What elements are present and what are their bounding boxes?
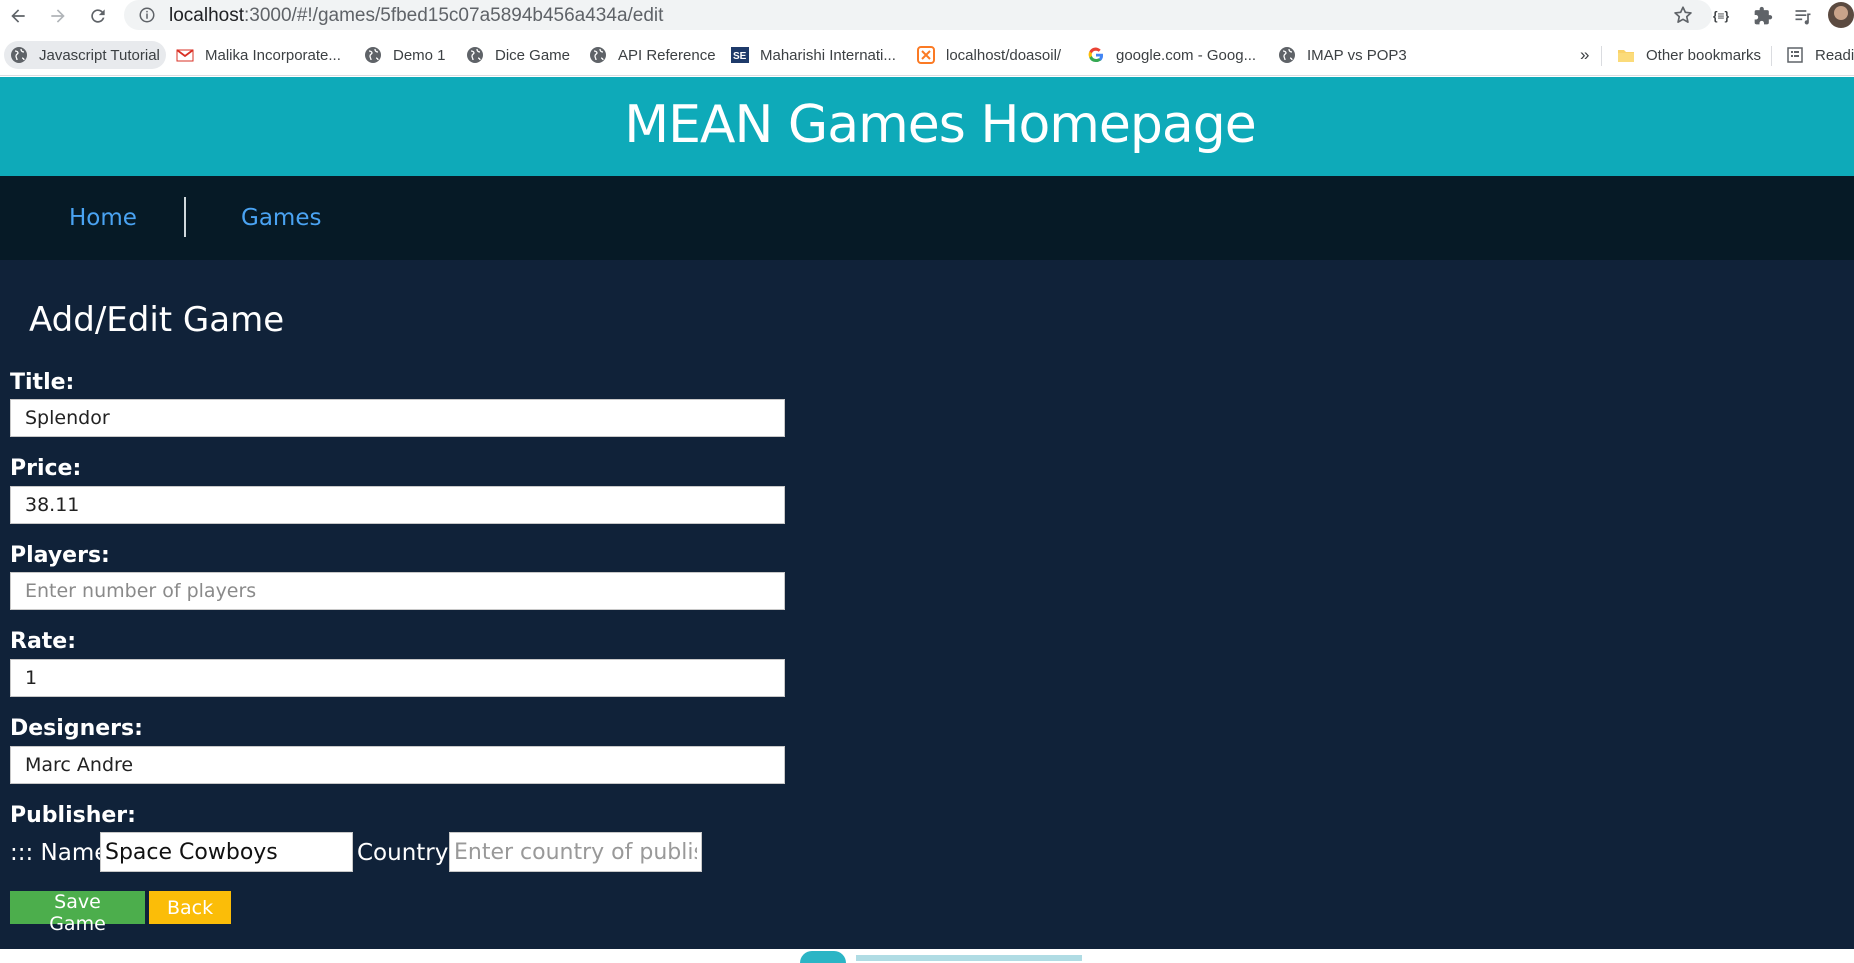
title-input[interactable] <box>10 399 785 437</box>
profile-avatar[interactable] <box>1828 2 1854 28</box>
price-input[interactable] <box>10 486 785 524</box>
url-host: localhost <box>169 5 244 26</box>
bookmarks-divider <box>1771 46 1772 66</box>
globe-icon <box>466 46 484 64</box>
reading-list-button[interactable]: Readi <box>1780 41 1854 69</box>
nav-link-games[interactable]: Games <box>241 205 321 231</box>
gmail-icon <box>176 46 194 64</box>
publisher-name-input[interactable] <box>100 832 353 872</box>
bookmarks-overflow-button[interactable]: » <box>1574 41 1595 69</box>
bookmark-label: localhost/doasoil/ <box>946 46 1062 64</box>
bookmark-star-icon[interactable] <box>1672 4 1694 26</box>
svg-text:SE: SE <box>733 51 747 62</box>
rate-input[interactable] <box>10 659 785 697</box>
bookmark-imap-vs-pop3[interactable]: IMAP vs POP3 <box>1272 41 1413 69</box>
players-label: Players: <box>10 543 110 568</box>
back-button[interactable]: Back <box>149 891 231 924</box>
google-icon <box>1087 46 1105 64</box>
globe-icon <box>10 46 28 64</box>
site-header: MEAN Games Homepage <box>0 77 1854 176</box>
nav-divider <box>184 197 186 237</box>
reload-icon[interactable] <box>83 2 113 30</box>
site-nav: Home Games <box>0 176 1854 260</box>
footer-logo-icon <box>800 951 846 963</box>
xampp-icon <box>917 46 935 64</box>
publisher-label: Publisher: <box>10 803 136 828</box>
form-heading: Add/Edit Game <box>29 300 285 340</box>
designers-input[interactable] <box>10 746 785 784</box>
price-label: Price: <box>10 456 82 481</box>
reading-list-label: Readi <box>1815 46 1854 64</box>
bookmark-label: Javascript Tutorial <box>39 46 160 64</box>
url-path: :3000/#!/games/5fbed15c07a5894b456a434a/… <box>244 5 664 26</box>
json-extension-icon[interactable]: {≡} <box>1706 2 1736 30</box>
forward-arrow-icon[interactable] <box>43 2 73 30</box>
reading-list-page-icon <box>1786 46 1804 64</box>
bookmark-api-reference[interactable]: API Reference <box>583 41 722 69</box>
bookmark-google[interactable]: google.com - Goog... <box>1081 41 1262 69</box>
folder-icon <box>1617 46 1635 64</box>
rate-label: Rate: <box>10 629 77 654</box>
globe-icon <box>589 46 607 64</box>
overflow-chevron-icon: » <box>1580 45 1590 64</box>
bookmark-label: Dice Game <box>495 46 571 64</box>
globe-icon <box>1278 46 1296 64</box>
bookmark-dice-game[interactable]: Dice Game <box>460 41 576 69</box>
bookmark-label: API Reference <box>618 46 716 64</box>
bookmark-localhost-doasoil[interactable]: localhost/doasoil/ <box>911 41 1067 69</box>
publisher-country-label: Country: <box>357 840 455 866</box>
se-icon: SE <box>731 46 749 64</box>
nav-link-home[interactable]: Home <box>69 205 137 231</box>
save-game-button[interactable]: Save Game <box>10 891 145 935</box>
bookmark-malika[interactable]: Malika Incorporate... <box>170 41 347 69</box>
bookmark-javascript-tutorial[interactable]: Javascript Tutorial <box>4 41 166 69</box>
info-icon[interactable] <box>138 6 156 24</box>
bookmark-label: Malika Incorporate... <box>205 46 341 64</box>
title-label: Title: <box>10 370 75 395</box>
bookmarks-divider <box>1601 46 1602 66</box>
bookmark-label: google.com - Goog... <box>1116 46 1257 64</box>
other-bookmarks-folder[interactable]: Other bookmarks <box>1611 41 1767 69</box>
bookmark-label: Demo 1 <box>393 46 446 64</box>
globe-icon <box>364 46 382 64</box>
publisher-country-input[interactable] <box>449 832 702 872</box>
bookmark-label: Maharishi Internati... <box>760 46 896 64</box>
bookmarks-bar: Javascript Tutorial Malika Incorporate..… <box>0 36 1854 76</box>
footer-text-strip <box>856 955 1082 961</box>
extensions-puzzle-icon[interactable] <box>1748 2 1778 30</box>
page-content: MEAN Games Homepage Home Games Add/Edit … <box>0 77 1854 963</box>
players-input[interactable] <box>10 572 785 610</box>
back-arrow-icon[interactable] <box>3 2 33 30</box>
site-title: MEAN Games Homepage <box>624 95 1257 155</box>
url-text[interactable]: localhost:3000/#!/games/5fbed15c07a5894b… <box>169 5 663 27</box>
designers-label: Designers: <box>10 716 143 741</box>
reading-list-icon[interactable] <box>1788 2 1818 30</box>
other-bookmarks-label: Other bookmarks <box>1646 46 1762 64</box>
address-bar[interactable]: localhost:3000/#!/games/5fbed15c07a5894b… <box>124 0 1712 30</box>
bookmark-maharishi[interactable]: SE Maharishi Internati... <box>725 41 902 69</box>
bookmark-demo-1[interactable]: Demo 1 <box>358 41 452 69</box>
browser-toolbar: localhost:3000/#!/games/5fbed15c07a5894b… <box>0 0 1854 31</box>
bookmark-label: IMAP vs POP3 <box>1307 46 1407 64</box>
